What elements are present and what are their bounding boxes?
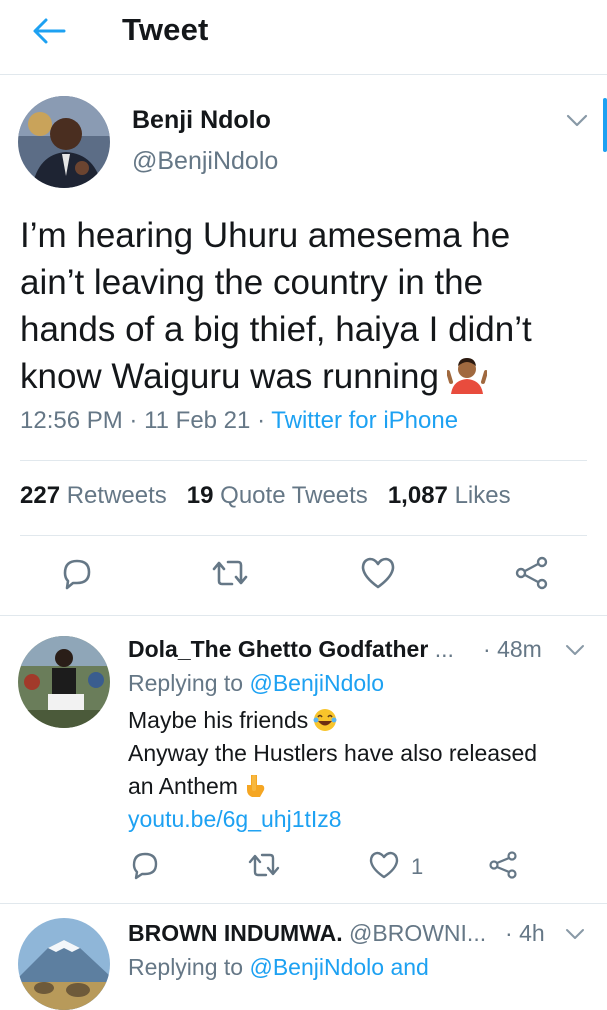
tweet-actions bbox=[0, 553, 607, 599]
reply-text-line: an Anthem bbox=[128, 773, 238, 799]
tears-of-joy-emoji-icon bbox=[313, 709, 337, 731]
tweet-text-line: I’m hearing Uhuru amesema he bbox=[20, 216, 511, 255]
tweet-text-line: hands of a big thief, haiya I didn’t bbox=[20, 310, 532, 349]
reply-link[interactable]: youtu.be/6g_uhj1tIz8 bbox=[128, 803, 588, 836]
tweet-text-line: know Waiguru was running bbox=[20, 357, 439, 396]
retweets-count: 227 bbox=[20, 482, 61, 509]
person-shrugging-emoji-icon bbox=[446, 358, 487, 394]
reply-author-name[interactable]: Dola_The Ghetto Godfather ... bbox=[128, 636, 454, 663]
replying-to: Replying to @BenjiNdolo bbox=[128, 670, 384, 697]
reply-icon[interactable] bbox=[57, 553, 97, 593]
likes-stat[interactable]: 1,087 Likes bbox=[388, 482, 511, 509]
divider bbox=[0, 615, 607, 616]
quotes-count: 19 bbox=[186, 482, 214, 509]
tweet-text-line: ain’t leaving the country in the bbox=[20, 263, 484, 302]
like-heart-icon[interactable] bbox=[367, 848, 401, 882]
quotes-stat[interactable]: 19 Quote Tweets bbox=[187, 482, 368, 509]
share-icon[interactable] bbox=[512, 553, 552, 593]
chevron-down-icon[interactable] bbox=[564, 925, 586, 943]
page-title: Tweet bbox=[122, 12, 209, 47]
like-heart-icon[interactable] bbox=[358, 553, 398, 593]
tweet-time: 12:56 PM bbox=[20, 407, 123, 434]
tweet-meta: 12:56 PM · 11 Feb 21 · Twitter for iPhon… bbox=[20, 407, 459, 434]
replying-to-link[interactable]: @BenjiNdolo bbox=[249, 670, 384, 696]
reply-time: · 4h bbox=[505, 920, 545, 946]
arrow-left-icon[interactable] bbox=[30, 15, 66, 47]
retweet-icon[interactable] bbox=[210, 553, 250, 593]
reply-icon[interactable] bbox=[128, 848, 162, 882]
reply-time-value: 4h bbox=[519, 920, 545, 946]
retweet-icon[interactable] bbox=[247, 848, 281, 882]
reply-text: Maybe his friends Anyway the Hustlers ha… bbox=[128, 704, 588, 836]
replying-to-prefix: Replying to bbox=[128, 954, 244, 980]
chevron-down-icon[interactable] bbox=[564, 641, 586, 659]
reply-time: · 48m bbox=[483, 636, 542, 662]
likes-label: Likes bbox=[454, 482, 511, 509]
tweet-stats: 227 Retweets 19 Quote Tweets 1,087 Likes bbox=[20, 482, 511, 510]
replying-to: Replying to @BenjiNdolo and bbox=[128, 954, 429, 981]
reply-author-name-text: BROWN INDUMWA. bbox=[128, 920, 343, 946]
top-bar: Tweet bbox=[0, 0, 607, 75]
divider bbox=[20, 460, 587, 461]
reply-author-ellipsis: ... bbox=[434, 636, 454, 662]
tweet-text: I’m hearing Uhuru amesema he ain’t leavi… bbox=[20, 212, 595, 400]
reply-text-line: Anyway the Hustlers have also released bbox=[128, 740, 538, 766]
quotes-label: Quote Tweets bbox=[220, 482, 368, 509]
avatar[interactable] bbox=[18, 96, 110, 188]
author-name[interactable]: Benji Ndolo bbox=[132, 106, 271, 135]
reply-like-count: 1 bbox=[411, 854, 424, 879]
tweet-source-link[interactable]: Twitter for iPhone bbox=[271, 407, 458, 434]
reply-author-handle: @BROWNI... bbox=[349, 920, 487, 946]
likes-count: 1,087 bbox=[387, 482, 448, 509]
author-handle[interactable]: @BenjiNdolo bbox=[132, 147, 278, 176]
chevron-down-icon[interactable] bbox=[565, 110, 589, 130]
replying-to-link[interactable]: @BenjiNdolo and bbox=[249, 954, 428, 980]
reply-author-name-text: Dola_The Ghetto Godfather bbox=[128, 636, 429, 662]
divider bbox=[0, 903, 607, 904]
reply-avatar[interactable] bbox=[18, 918, 110, 1010]
tweet-date: 11 Feb 21 bbox=[144, 407, 251, 434]
reply-text-line: Maybe his friends bbox=[128, 707, 309, 733]
reply-avatar[interactable] bbox=[18, 636, 110, 728]
divider bbox=[20, 535, 587, 536]
pointing-down-emoji-icon bbox=[246, 775, 265, 797]
share-icon[interactable] bbox=[486, 848, 520, 882]
reply-author-name[interactable]: BROWN INDUMWA. @BROWNI... bbox=[128, 920, 486, 947]
retweets-stat[interactable]: 227 Retweets bbox=[20, 482, 167, 509]
scrollbar[interactable] bbox=[603, 98, 607, 152]
reply-time-value: 48m bbox=[497, 636, 542, 662]
replying-to-prefix: Replying to bbox=[128, 670, 244, 696]
retweets-label: Retweets bbox=[66, 482, 167, 509]
